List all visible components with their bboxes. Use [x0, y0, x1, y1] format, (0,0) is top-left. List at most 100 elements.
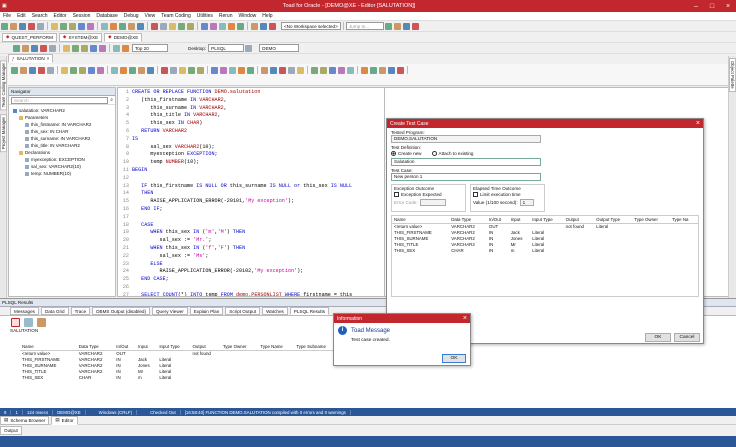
toolbar-icon-1[interactable] [1, 22, 8, 30]
editor-action-icon-40[interactable] [397, 66, 404, 74]
workspace-select[interactable]: <No Workspace selected> [281, 22, 341, 30]
menu-item-view[interactable]: View [142, 13, 159, 19]
menu-item-database[interactable]: Database [93, 13, 120, 19]
navigator-item[interactable]: this_firstname: IN VARCHAR2 [11, 121, 113, 128]
jump-input[interactable]: Jump to... [346, 22, 384, 30]
toolbar-icon-3[interactable] [19, 22, 26, 30]
editor-action-icon-2[interactable] [20, 66, 27, 74]
editor-action-icon-12[interactable] [120, 66, 127, 74]
editor-action-icon-25[interactable] [247, 66, 254, 74]
menu-item-utilities[interactable]: Utilities [194, 13, 216, 19]
toolbar-icon-23[interactable] [219, 22, 226, 30]
editor-action-icon-30[interactable] [297, 66, 304, 74]
table-cell[interactable] [670, 247, 698, 253]
table-row[interactable]: THIS_SEX CHAR IN m Literal [392, 247, 698, 253]
editor-action-icon-19[interactable] [188, 66, 195, 74]
toolbar-icon-27[interactable] [260, 22, 267, 30]
editor-action-icon-32[interactable] [320, 66, 327, 74]
editor-action-icon-28[interactable] [279, 66, 286, 74]
navigator-item[interactable]: this_sex: IN CHAR [11, 128, 113, 135]
tab-data-grid[interactable]: Data Grid [40, 307, 69, 315]
create-new-radio[interactable] [391, 151, 396, 156]
toolbar-icon-18[interactable] [169, 22, 176, 30]
limit-exec-checkbox[interactable] [473, 192, 478, 197]
menu-item-file[interactable]: File [0, 13, 14, 19]
close-button[interactable]: × [720, 3, 736, 10]
navigator-search-input[interactable]: Search [11, 96, 109, 104]
dialog-close-icon[interactable]: × [696, 120, 700, 127]
editor-action-icon-17[interactable] [170, 66, 177, 74]
tab-query-viewer[interactable]: Query Viewer [151, 307, 188, 315]
toolbar-icon-17[interactable] [160, 22, 167, 30]
editor-action-icon-38[interactable] [379, 66, 386, 74]
toolbar-nav-icon-4[interactable] [412, 22, 419, 30]
table-cell[interactable]: IN [487, 247, 509, 253]
editor-action-icon-22[interactable] [220, 66, 227, 74]
toolbar-icon-22[interactable] [210, 22, 217, 30]
toolbar-icon-2[interactable] [10, 22, 17, 30]
code-editor[interactable]: 1 CREATE OR REPLACE FUNCTION DEMO.salutat… [117, 87, 385, 297]
editor-tb-icon-5[interactable] [49, 44, 56, 52]
desktop-icon[interactable] [245, 44, 253, 52]
error-code-input[interactable] [419, 198, 446, 206]
editor-action-icon-34[interactable] [338, 66, 345, 74]
toolbar-icon-14[interactable] [128, 22, 135, 30]
table-cell[interactable] [594, 247, 632, 253]
editor-action-icon-6[interactable] [61, 66, 68, 74]
toolbar-icon-7[interactable] [60, 22, 67, 30]
editor-action-icon-33[interactable] [329, 66, 336, 74]
table-cell[interactable] [191, 374, 221, 380]
editor-action-icon-35[interactable] [347, 66, 354, 74]
session-tab-demo-xe[interactable]: ◆ DEMO@XE [104, 32, 143, 42]
navigator-item[interactable]: Declarations [11, 149, 113, 156]
editor-action-icon-31[interactable] [311, 66, 318, 74]
menu-item-session[interactable]: Session [70, 13, 94, 19]
editor-tb-icon-11[interactable] [113, 44, 120, 52]
info-close-icon[interactable]: × [463, 315, 467, 322]
table-cell[interactable] [564, 247, 595, 253]
toolbar-icon-25[interactable] [237, 22, 244, 30]
tab-dbms-output-disabled-[interactable]: DBMS Output (disabled) [92, 307, 150, 315]
editor-tb-icon-3[interactable] [31, 44, 38, 52]
table-row[interactable]: THIS_SEX CHAR IN m Literal [20, 374, 340, 380]
toolbar-icon-6[interactable] [51, 22, 58, 30]
table-cell[interactable]: THIS_SEX [392, 247, 449, 253]
schema-select[interactable]: DEMO [259, 44, 300, 52]
object-palette-tab[interactable]: Object Palette [729, 58, 736, 92]
tab-trace[interactable]: Trace [70, 307, 91, 315]
tab-plsql-results[interactable]: PLSQL Results [289, 307, 330, 315]
export-icon[interactable] [37, 317, 46, 327]
menu-item-window[interactable]: Window [236, 13, 260, 19]
toolbar-icon-13[interactable] [119, 22, 126, 30]
toolbar-icon-11[interactable] [101, 22, 108, 30]
navigator-item[interactable]: this_surname: IN VARCHAR2 [11, 135, 113, 142]
tab-salutation[interactable]: ƒ SALUTATION × [8, 54, 54, 63]
output-tab[interactable]: Output [0, 426, 22, 435]
editor-tb-icon-2[interactable] [22, 44, 29, 52]
menu-item-editor[interactable]: Editor [51, 13, 70, 19]
test-case-input[interactable]: New person 1 [391, 173, 541, 181]
session-tab-system-xe[interactable]: ◆ SYSTEM@XE [58, 32, 103, 42]
menu-item-edit[interactable]: Edit [14, 13, 29, 19]
editor-action-icon-26[interactable] [261, 66, 268, 74]
close-icon[interactable]: × [47, 56, 50, 61]
editor-action-icon-29[interactable] [288, 66, 295, 74]
menu-item-team-coding[interactable]: Team Coding [158, 13, 193, 19]
menu-item-debug[interactable]: Debug [121, 13, 142, 19]
editor-action-icon-20[interactable] [197, 66, 204, 74]
editor-tb-icon-8[interactable] [81, 44, 88, 52]
toolbar-icon-16[interactable] [151, 22, 158, 30]
editor-action-icon-10[interactable] [97, 66, 104, 74]
table-cell[interactable]: Literal [157, 374, 190, 380]
editor-action-icon-37[interactable] [370, 66, 377, 74]
team-coding-manager-tab[interactable]: Team Coding Manager [0, 60, 7, 111]
editor-action-icon-8[interactable] [79, 66, 86, 74]
maximize-button[interactable]: □ [704, 3, 720, 10]
navigator-item[interactable]: salutation: VARCHAR2 [11, 107, 113, 114]
window-tab-schema-browser[interactable]: ▤ Schema Browser [0, 415, 50, 425]
toolbar-icon-10[interactable] [87, 22, 94, 30]
toolbar-icon-8[interactable] [69, 22, 76, 30]
menu-item-help[interactable]: Help [259, 13, 275, 19]
table-cell[interactable]: m [509, 247, 530, 253]
editor-action-icon-36[interactable] [361, 66, 368, 74]
